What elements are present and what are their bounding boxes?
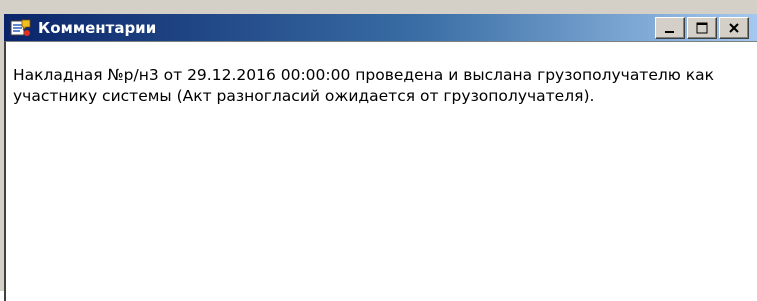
maximize-icon xyxy=(695,22,709,34)
close-button[interactable] xyxy=(719,17,749,39)
comments-app-icon xyxy=(10,18,32,38)
maximize-button[interactable] xyxy=(687,17,717,39)
window-title: Комментарии xyxy=(38,18,157,37)
minimize-icon xyxy=(663,22,677,34)
minimize-button[interactable] xyxy=(655,17,685,39)
title-bar[interactable]: Комментарии xyxy=(4,14,757,41)
close-icon xyxy=(727,22,741,34)
comments-window: Комментарии Накладная №р/н3 от 29.12.201… xyxy=(0,0,757,301)
comment-area[interactable]: Накладная №р/н3 от 29.12.2016 00:00:00 п… xyxy=(4,41,757,301)
comment-text: Накладная №р/н3 от 29.12.2016 00:00:00 п… xyxy=(13,66,714,105)
window-controls xyxy=(655,17,751,39)
